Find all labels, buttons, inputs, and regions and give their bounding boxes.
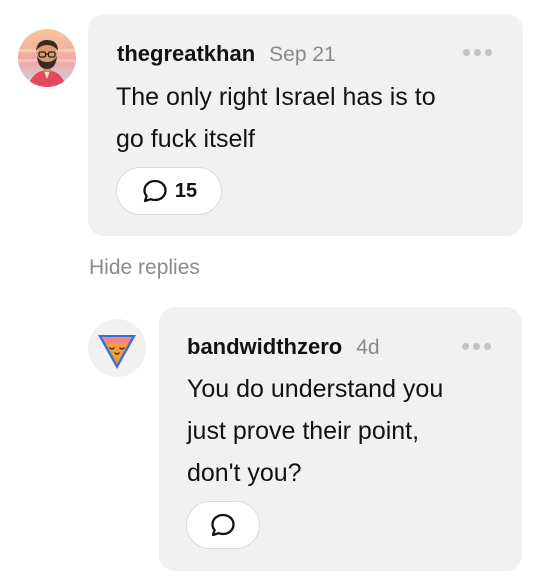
hide-replies-link[interactable]: Hide replies	[89, 256, 200, 280]
reply-body-line: don't you?	[187, 459, 302, 487]
comment-username[interactable]: thegreatkhan	[117, 41, 255, 67]
reply-reply-button[interactable]	[186, 501, 260, 549]
comment-bubble: thegreatkhan Sep 21 The only right Israe…	[88, 14, 523, 236]
more-dot	[474, 49, 481, 56]
comment-timestamp[interactable]: Sep 21	[269, 43, 336, 67]
more-dot	[463, 49, 470, 56]
more-dot	[484, 343, 491, 350]
replier-avatar[interactable]	[88, 319, 146, 377]
speech-bubble-icon	[211, 513, 235, 537]
reply-bubble: bandwidthzero 4d You do understand you j…	[159, 307, 522, 571]
commenter-avatar[interactable]	[18, 29, 76, 87]
bearded-man-avatar-icon	[18, 29, 76, 87]
reply-count: 15	[174, 179, 198, 202]
reply-body-line: You do understand you	[187, 375, 444, 403]
comment-body-line: The only right Israel has is to	[116, 83, 436, 111]
reply-more-button[interactable]	[462, 343, 491, 350]
reply-username[interactable]: bandwidthzero	[187, 334, 342, 360]
speech-bubble-icon	[143, 179, 167, 203]
comment-body: The only right Israel has is to go fuck …	[116, 76, 506, 160]
comment-body-line: go fuck itself	[116, 125, 255, 153]
reply-body-line: just prove their point,	[187, 417, 420, 445]
more-dot	[473, 343, 480, 350]
comment-reply-button[interactable]: 15	[116, 167, 222, 215]
reply-body: You do understand you just prove their p…	[187, 368, 507, 494]
comment-header: thegreatkhan Sep 21	[117, 41, 336, 67]
more-dot	[485, 49, 492, 56]
reply-header: bandwidthzero 4d	[187, 334, 380, 360]
more-dot	[462, 343, 469, 350]
comment-more-button[interactable]	[463, 49, 492, 56]
ice-cream-cone-avatar-icon	[88, 319, 146, 377]
reply-timestamp[interactable]: 4d	[356, 336, 379, 360]
